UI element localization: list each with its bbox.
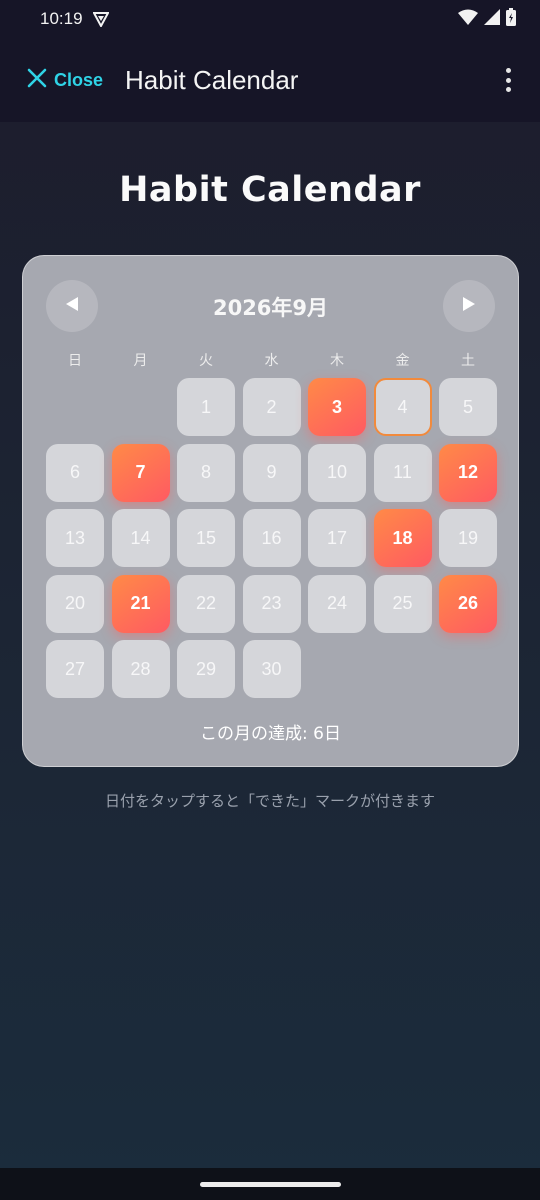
- day-cell-25[interactable]: 25: [373, 574, 432, 633]
- weekday-label: 金: [395, 353, 410, 369]
- weekday-label: 日: [68, 353, 82, 369]
- weekday-label: 月: [133, 353, 148, 369]
- app-bar: Close Habit Calendar: [0, 38, 540, 122]
- day-cell-24[interactable]: 24: [308, 574, 366, 633]
- day-cell-15[interactable]: 15: [177, 509, 235, 567]
- day-cell-26[interactable]: 26: [439, 574, 497, 633]
- day-cell-20[interactable]: 20: [46, 574, 104, 633]
- status-time: 10:19: [40, 9, 83, 28]
- app-bar-title: Habit Calendar: [125, 64, 299, 95]
- weekday-header: 日月火水木金土: [46, 350, 497, 372]
- day-cell-28[interactable]: 28: [111, 640, 170, 698]
- day-cell-12[interactable]: 12: [439, 443, 497, 502]
- page-title: Habit Calendar: [119, 170, 421, 210]
- status-icons: [458, 8, 516, 30]
- home-indicator[interactable]: [200, 1182, 341, 1187]
- day-cell-29[interactable]: 29: [177, 640, 235, 698]
- hint-text: 日付をタップすると「できた」マークが付きます: [104, 792, 435, 810]
- next-month-button[interactable]: [443, 280, 495, 332]
- day-cell-7[interactable]: 7: [111, 443, 170, 502]
- weekday-label: 火: [199, 353, 213, 369]
- close-button[interactable]: Close: [26, 67, 103, 93]
- day-cell-4[interactable]: 4: [373, 378, 432, 436]
- day-cell-19[interactable]: 19: [439, 509, 497, 567]
- weekday-label: 水: [264, 353, 279, 369]
- day-cell-8[interactable]: 8: [177, 443, 235, 502]
- day-cell-6[interactable]: 6: [46, 443, 104, 502]
- day-cell-5[interactable]: 5: [439, 378, 497, 436]
- close-icon: [26, 67, 48, 93]
- weekday-label: 木: [330, 353, 344, 369]
- close-label: Close: [54, 69, 104, 90]
- day-cell-3[interactable]: 3: [308, 378, 366, 436]
- day-cell-11[interactable]: 11: [373, 443, 432, 502]
- more-vert-icon: [505, 68, 511, 73]
- day-cell-1[interactable]: 1: [177, 378, 235, 436]
- day-cell-14[interactable]: 14: [111, 509, 170, 567]
- day-cell-23[interactable]: 23: [242, 574, 301, 633]
- day-cell-22[interactable]: 22: [177, 574, 235, 633]
- battery-icon: [506, 8, 516, 30]
- vpn-shield-icon: [91, 11, 110, 29]
- wifi-icon: [458, 9, 478, 29]
- day-cell-21[interactable]: 21: [111, 574, 170, 633]
- day-cell-27[interactable]: 27: [46, 640, 104, 698]
- day-grid: 1 2 3 4 5 6 7 8 9 10 11 12 13 14 15 16 17 18 19 20 21 22 23 24 2…: [46, 378, 497, 698]
- day-cell-10[interactable]: 10: [308, 443, 366, 502]
- monthly-summary: この月の達成: 6日: [200, 724, 341, 744]
- calendar-card: 2026年9月 日月火水木金土 1 2 3 4 5 6 7 8 9 10 11 12 13 14 15 16 1…: [22, 255, 519, 767]
- signal-icon: [484, 9, 500, 29]
- more-options-button[interactable]: [496, 66, 520, 94]
- weekday-label: 土: [461, 353, 475, 369]
- day-cell-2[interactable]: 2: [242, 378, 301, 436]
- status-bar: 10:19: [0, 0, 540, 38]
- day-cell-17[interactable]: 17: [308, 509, 366, 567]
- day-cell-30[interactable]: 30: [242, 640, 301, 698]
- day-cell-13[interactable]: 13: [46, 509, 104, 567]
- day-cell-9[interactable]: 9: [242, 443, 301, 502]
- day-cell-16[interactable]: 16: [242, 509, 301, 567]
- triangle-right-icon: [461, 296, 477, 316]
- calendar-header: 2026年9月: [23, 280, 518, 334]
- day-cell-18[interactable]: 18: [373, 509, 432, 567]
